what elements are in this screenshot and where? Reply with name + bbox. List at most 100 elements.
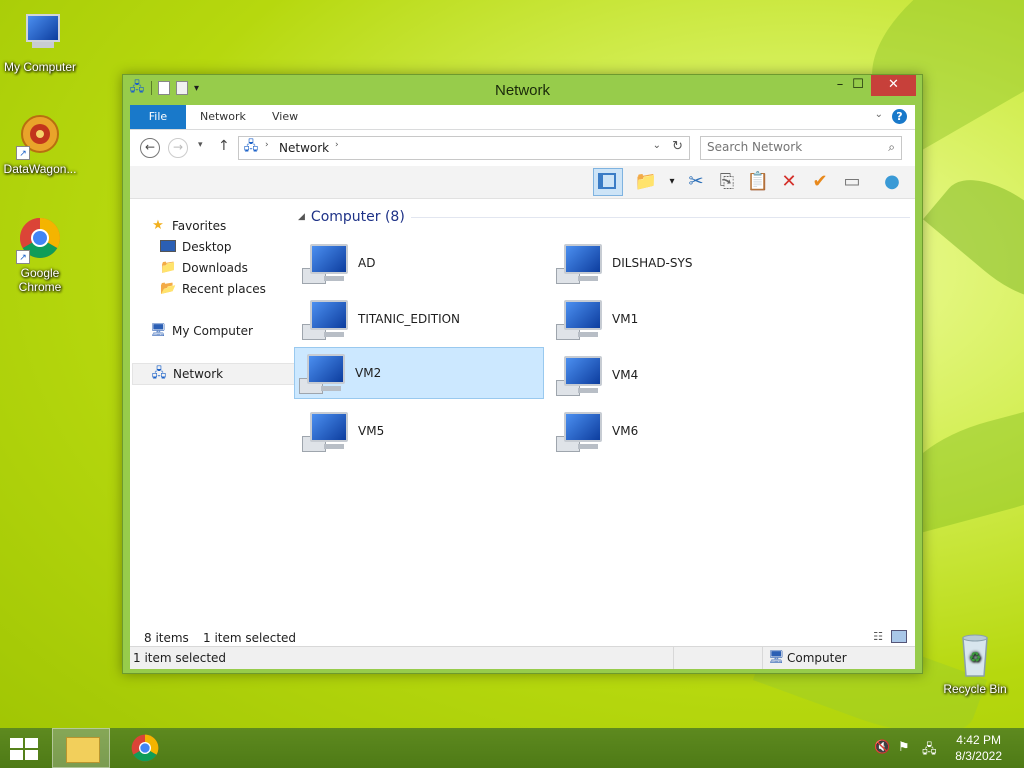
desktop-icon-datawagon[interactable]: ↗ DataWagon... <box>0 112 80 176</box>
taskbar-chrome[interactable] <box>116 728 174 768</box>
items-count: 8 items <box>144 631 189 645</box>
delete-icon[interactable]: ✕ <box>777 170 801 194</box>
search-box: ⌕ <box>700 136 902 160</box>
action-center-flag-icon[interactable]: ⚑ <box>898 740 910 755</box>
computer-icon <box>556 354 604 396</box>
zone-label: Computer <box>787 651 847 665</box>
computer-item-vm1[interactable]: VM1 <box>552 293 802 345</box>
nav-desktop[interactable]: Desktop <box>160 238 232 256</box>
bottom-status-text: 1 item selected <box>133 651 227 665</box>
desktop-icon-label: Google Chrome <box>18 266 62 294</box>
forward-button[interactable]: → <box>168 138 188 158</box>
search-input[interactable] <box>701 137 883 157</box>
recycle-bin-icon: ♻ <box>951 632 999 680</box>
network-tray-icon[interactable]: 🖧 <box>922 740 937 762</box>
nav-favorites-label: Favorites <box>172 219 227 233</box>
nav-my-computer[interactable]: 🖥 My Computer <box>150 322 253 340</box>
clock[interactable]: 4:42 PM 8/3/2022 <box>955 732 1002 764</box>
computer-item-vm6[interactable]: VM6 <box>552 405 802 457</box>
preview-pane-button[interactable] <box>593 168 623 196</box>
computer-icon <box>299 352 347 394</box>
search-icon[interactable]: ⌕ <box>888 140 895 155</box>
tab-view[interactable]: View <box>272 105 298 129</box>
cut-icon[interactable]: ✂ <box>684 170 708 194</box>
nav-network-label: Network <box>173 367 224 381</box>
up-button[interactable]: ↑ <box>218 138 230 154</box>
start-button[interactable] <box>10 738 38 760</box>
computer-item-dilshad-sys[interactable]: DILSHAD-SYS <box>552 237 802 289</box>
maximize-button[interactable]: ☐ <box>845 75 871 96</box>
address-bar[interactable]: 🖧 › Network › ⌄ ↻ <box>238 136 690 160</box>
copy-icon[interactable]: ⎘ <box>715 170 739 194</box>
navigation-pane: ★ Favorites Desktop 📁 Downloads 📂 Recent… <box>130 199 304 639</box>
star-icon: ★ <box>152 218 164 233</box>
nav-my-computer-label: My Computer <box>172 324 253 338</box>
computer-icon <box>302 242 350 284</box>
recent-locations-icon[interactable]: ▾ <box>198 140 203 150</box>
selected-count: 1 item selected <box>203 631 297 645</box>
volume-muted-icon[interactable]: 🔇 <box>874 740 890 755</box>
details-view-button[interactable]: ☷ <box>873 630 883 643</box>
check-icon[interactable]: ✔ <box>808 170 832 194</box>
chrome-icon: ↗ <box>16 216 64 264</box>
svg-text:♻: ♻ <box>969 649 982 665</box>
globe-icon[interactable]: ● <box>880 170 904 194</box>
collapse-icon[interactable]: ◢ <box>298 212 305 222</box>
close-button[interactable]: ✕ <box>871 75 916 96</box>
group-header-computer[interactable]: ◢ Computer (8) <box>298 209 910 225</box>
clock-time: 4:42 PM <box>956 733 1001 747</box>
address-dropdown-icon[interactable]: ⌄ <box>653 140 661 151</box>
paste-icon[interactable]: 📋 <box>746 170 770 194</box>
computer-icon <box>556 410 604 452</box>
back-button[interactable]: ← <box>140 138 160 158</box>
nav-network[interactable]: 🖧 Network <box>132 363 304 385</box>
computer-item-vm2[interactable]: VM2 <box>294 347 544 399</box>
computer-icon: 🖥 <box>150 323 167 338</box>
address-row: ← → ▾ ↑ 🖧 › Network › ⌄ ↻ ⌕ <box>130 130 915 166</box>
breadcrumb-chevron-icon[interactable]: › <box>335 140 339 150</box>
wallpaper-leaf <box>923 157 1024 323</box>
breadcrumb-network[interactable]: Network <box>279 141 329 155</box>
help-icon[interactable]: ? <box>892 109 907 124</box>
nav-recent-label: Recent places <box>182 282 266 296</box>
computer-name: VM2 <box>355 366 382 380</box>
nav-desktop-label: Desktop <box>182 240 232 254</box>
rename-icon[interactable]: ▭ <box>840 170 864 194</box>
group-divider <box>410 216 910 218</box>
folder-icon <box>66 737 100 763</box>
computer-name: DILSHAD-SYS <box>612 256 693 270</box>
group-header-label: Computer (8) <box>310 209 405 225</box>
nav-downloads[interactable]: 📁 Downloads <box>160 259 248 277</box>
computer-name: VM1 <box>612 312 639 326</box>
recent-places-icon: 📂 <box>160 281 177 296</box>
computer-item-vm5[interactable]: VM5 <box>298 405 548 457</box>
command-toolbar: 📁 ▾ ✂ ⎘ 📋 ✕ ✔ ▭ ● <box>130 166 915 199</box>
computer-item-vm4[interactable]: VM4 <box>552 349 802 401</box>
nav-recent-places[interactable]: 📂 Recent places <box>160 280 266 298</box>
desktop-icon-google-chrome[interactable]: ↗ Google Chrome <box>0 216 80 294</box>
dropdown-icon[interactable]: ▾ <box>660 170 684 194</box>
refresh-icon[interactable]: ↻ <box>672 139 683 154</box>
large-icons-view-button[interactable] <box>891 630 907 643</box>
expand-ribbon-icon[interactable]: ⌄ <box>875 109 883 120</box>
folder-options-icon[interactable]: 📁 <box>634 170 658 194</box>
network-icon: 🖧 <box>243 139 259 154</box>
computer-item-titanic-edition[interactable]: TITANIC_EDITION <box>298 293 548 345</box>
tab-file[interactable]: File <box>130 105 186 129</box>
window-title: Network <box>494 82 550 99</box>
shortcut-arrow-icon: ↗ <box>16 146 30 160</box>
clock-date: 8/3/2022 <box>955 749 1002 763</box>
computer-name: AD <box>358 256 376 270</box>
computer-item-ad[interactable]: AD <box>298 237 548 289</box>
title-bar[interactable]: 🖧 ▾ Network – ☐ ✕ <box>123 75 922 105</box>
tab-network[interactable]: Network <box>200 105 246 129</box>
taskbar-file-explorer[interactable] <box>52 728 110 768</box>
desktop-icon-my-computer[interactable]: My Computer <box>0 10 80 74</box>
computer-name: VM4 <box>612 368 639 382</box>
divider <box>762 647 763 669</box>
breadcrumb-chevron-icon[interactable]: › <box>265 140 269 150</box>
nav-favorites[interactable]: ★ Favorites <box>150 217 226 235</box>
downloads-folder-icon: 📁 <box>160 260 177 275</box>
desktop-icon-recycle-bin[interactable]: ♻ Recycle Bin <box>935 632 1015 696</box>
ribbon-tabs: File Network View ⌄ ? <box>130 105 915 130</box>
